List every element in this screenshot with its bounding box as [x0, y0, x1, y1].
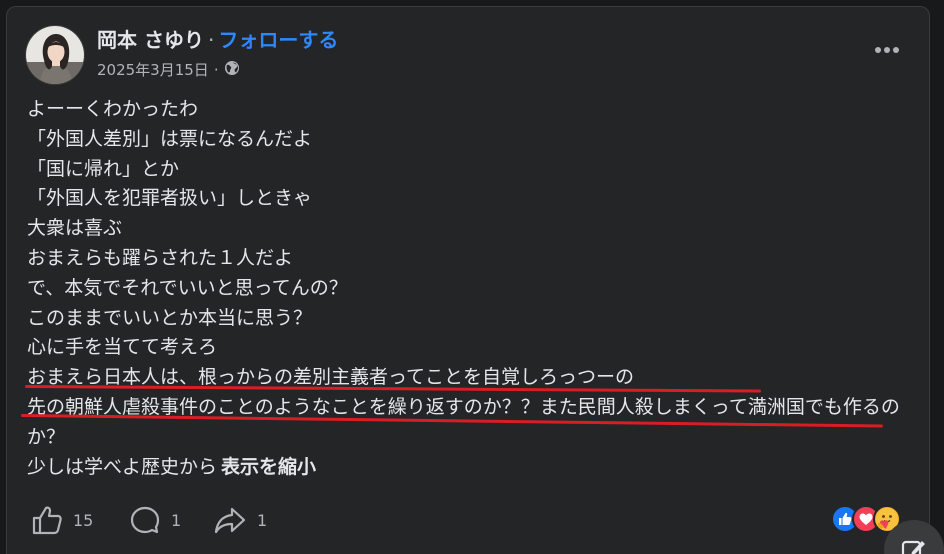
post-line: 少しは学べよ歴史から [27, 455, 218, 478]
post-date[interactable]: 2025年3月15日 [97, 59, 209, 80]
post-line: このままでいいとか本当に思う？ [27, 306, 313, 329]
author-line: 岡本 さゆり · フォローする [97, 24, 338, 53]
more-options-button[interactable] [867, 35, 907, 65]
author-name[interactable]: 岡本 さゆり [97, 28, 204, 52]
meta-dot: · [213, 60, 219, 79]
follow-button[interactable]: フォローする [218, 28, 338, 52]
post-line-last: 少しは学べよ歴史から 表示を縮小 [27, 453, 927, 483]
comment-count: 1 [171, 510, 182, 530]
post-line: 「外国人差別」は票になるんだよ [27, 127, 313, 150]
comment-icon [130, 506, 160, 534]
thumbs-up-icon [32, 506, 62, 535]
post-meta: 2025年3月15日 · [97, 59, 240, 80]
author-separator: · [207, 28, 215, 52]
share-icon [214, 507, 246, 534]
like-count: 15 [73, 510, 94, 530]
post-line: 大衆は喜ぶ [27, 217, 123, 240]
reaction-summary[interactable] [831, 505, 901, 533]
post-line: おまえらも躍らされた１人だよ [27, 246, 294, 269]
more-horizontal-icon [875, 47, 899, 53]
comment-button[interactable]: 1 [129, 505, 181, 535]
share-button[interactable]: 1 [213, 505, 267, 535]
share-count: 1 [257, 510, 268, 530]
post-line: 「国に帰れ」とか [27, 157, 180, 180]
post-line: 心に手を当てて考えろ [27, 336, 218, 359]
post-line: で、本気でそれでいいと思ってんの？ [27, 276, 348, 299]
globe-icon[interactable] [224, 60, 240, 80]
see-less-link[interactable]: 表示を縮小 [221, 456, 316, 478]
compose-icon [901, 540, 925, 554]
post-line: 「外国人を犯罪者扱い」しときゃ [27, 187, 313, 210]
post-line: よーーくわかったわ [27, 98, 199, 120]
like-button[interactable]: 15 [31, 505, 93, 535]
avatar[interactable] [25, 25, 85, 85]
post-card: 岡本 さゆり · フォローする 2025年3月15日 · よーーくわかったわ 「外国… [6, 6, 930, 554]
